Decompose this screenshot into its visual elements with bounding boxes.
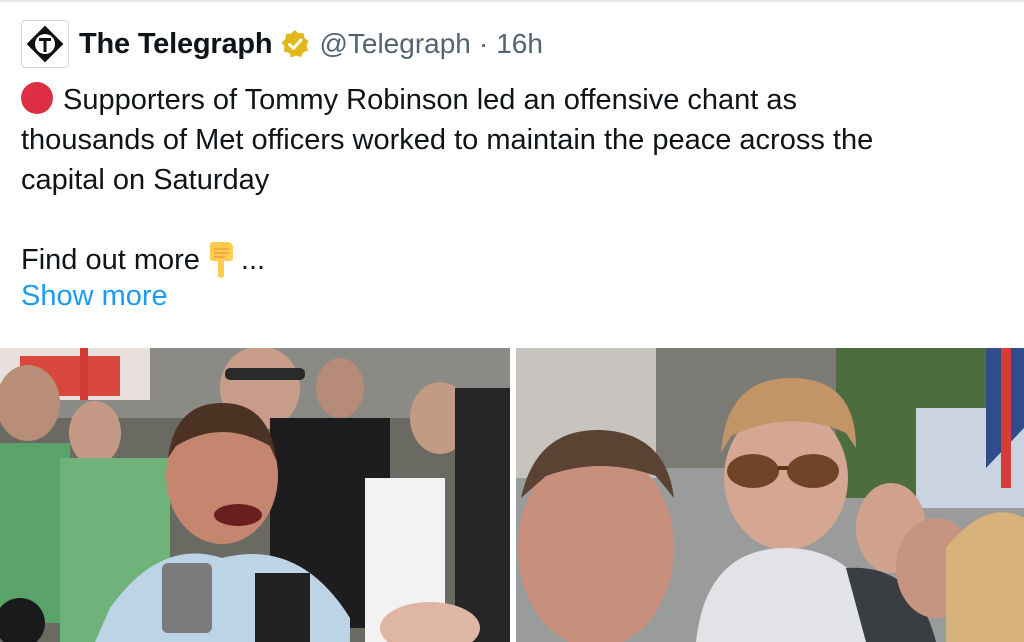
left-photo[interactable] — [0, 348, 510, 642]
right-photo[interactable] — [516, 348, 1024, 642]
show-more-link[interactable]: Show more — [21, 276, 168, 316]
tweet-header: The Telegraph @Telegraph · 16h — [21, 20, 543, 68]
tweet-card[interactable]: The Telegraph @Telegraph · 16h Supporter… — [0, 0, 1024, 642]
telegraph-logo-icon[interactable] — [21, 20, 69, 68]
author-handle[interactable]: @Telegraph — [319, 28, 470, 60]
text-line-1: Supporters of Tommy Robinson led an offe… — [21, 80, 1001, 120]
timestamp[interactable]: 16h — [496, 28, 543, 60]
text-line-blank — [21, 200, 1001, 240]
tweet-text: Supporters of Tommy Robinson led an offe… — [21, 80, 1001, 280]
find-out-more-text: Find out more — [21, 244, 200, 276]
author-name[interactable]: The Telegraph — [79, 28, 273, 61]
pointing-down-icon — [203, 241, 237, 279]
find-out-more-line: Find out more ... — [21, 240, 1001, 280]
text-line-1-content: Supporters of Tommy Robinson led an offe… — [63, 84, 798, 116]
media-grid — [0, 348, 1024, 642]
verified-badge-icon[interactable] — [280, 29, 310, 59]
text-line-2: thousands of Met officers worked to main… — [21, 124, 874, 156]
text-line-3: capital on Saturday — [21, 164, 270, 196]
divider — [0, 0, 1024, 2]
ellipsis: ... — [240, 244, 266, 276]
separator-dot: · — [478, 28, 489, 59]
red-circle-icon — [21, 82, 53, 114]
